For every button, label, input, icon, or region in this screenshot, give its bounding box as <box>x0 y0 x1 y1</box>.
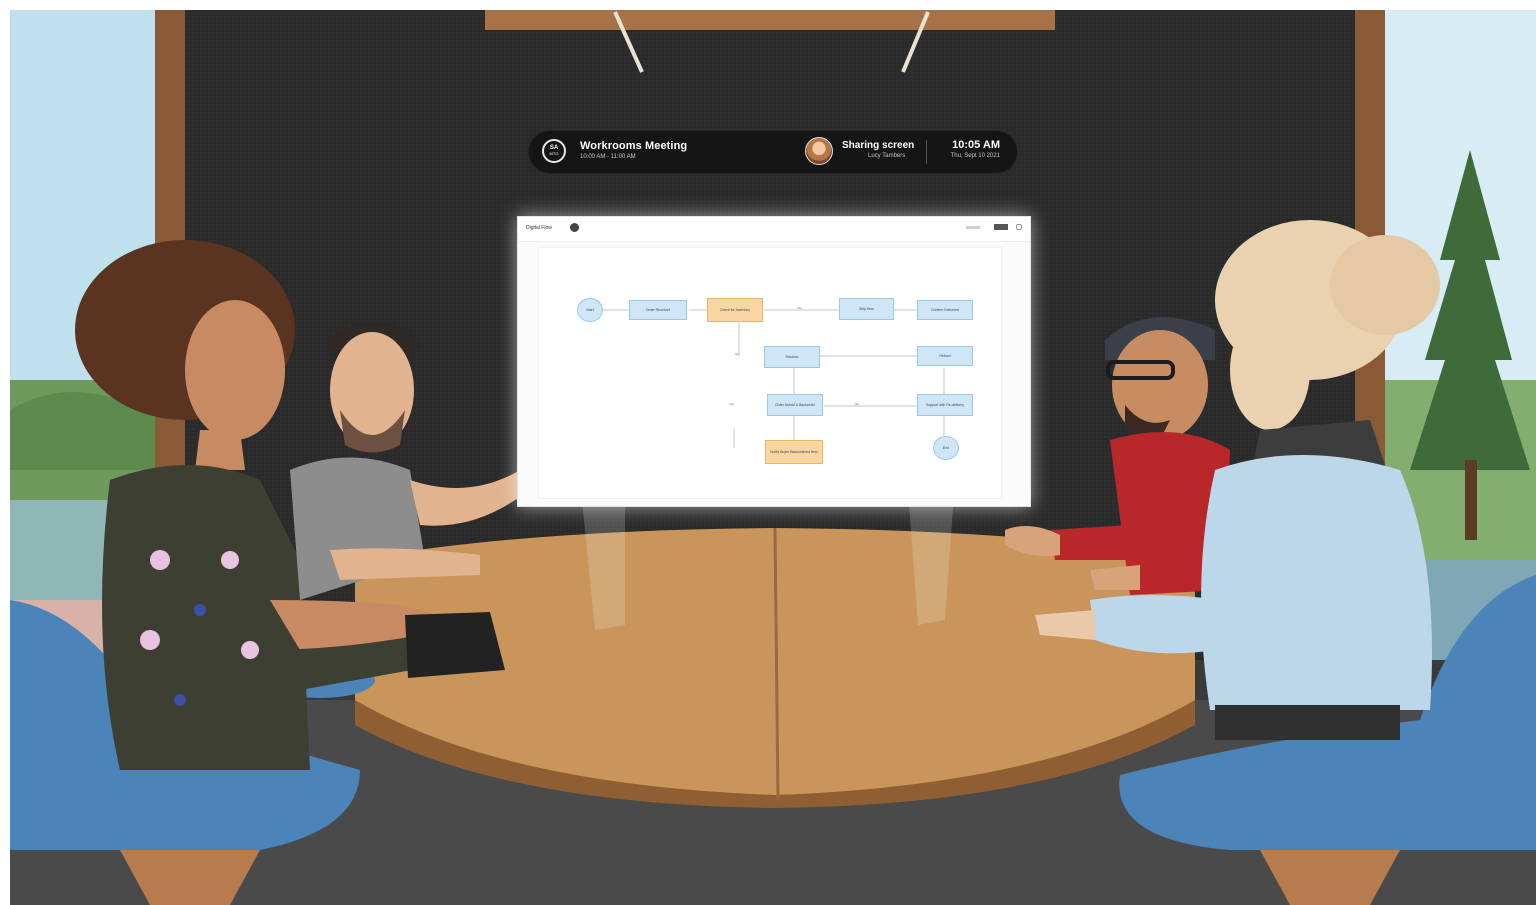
edge-label: No <box>735 352 739 356</box>
flow-node[interactable]: Order Ahead & Backorder <box>767 394 823 416</box>
flow-node-end[interactable]: End <box>933 436 959 460</box>
toolbar-item[interactable] <box>966 226 980 229</box>
bar-divider <box>926 140 927 164</box>
flow-node[interactable]: Confirm Delivered <box>917 300 973 320</box>
app-name: Digital Flow <box>526 225 552 231</box>
keyboard <box>405 612 505 678</box>
flow-node[interactable]: Refund <box>917 346 973 366</box>
sharing-status: Sharing screen <box>842 140 915 151</box>
shared-screen[interactable]: Digital Flow Start Order Received Check … <box>517 216 1031 507</box>
meeting-info-bar: SA MTG Workrooms Meeting 10:00 AM - 11:0… <box>528 130 1018 174</box>
flow-node-start[interactable]: Start <box>577 298 603 322</box>
ceiling-beam <box>485 10 1055 30</box>
flow-node[interactable]: Check for Inventory <box>707 298 763 322</box>
edge-label: Yes <box>729 402 734 406</box>
toolbar-menu-icon[interactable] <box>994 224 1008 230</box>
meeting-title: Workrooms Meeting <box>580 140 688 152</box>
presenter-avatar-icon[interactable] <box>805 137 833 165</box>
toolbar-settings-icon[interactable] <box>1016 224 1022 230</box>
presenter-name: Lucy Tambers <box>868 153 906 159</box>
app-toolbar: Digital Flow <box>518 217 1030 242</box>
date: Thu, Sept 10 2021 <box>950 153 1000 159</box>
app-user-icon <box>570 223 579 232</box>
flowchart-board[interactable]: Start Order Received Check for Inventory… <box>538 247 1002 499</box>
edge-label: Yes <box>854 402 859 406</box>
flow-node[interactable]: Ship Item <box>839 298 894 320</box>
flow-node[interactable]: Restock <box>764 346 820 368</box>
clock: 10:05 AM <box>952 139 1000 151</box>
workrooms-logo-icon: SA MTG <box>542 139 566 163</box>
flow-node[interactable]: Order Received <box>629 300 687 320</box>
edge-label: Yes <box>797 306 802 310</box>
flow-node[interactable]: Support with Re-delivery <box>917 394 973 416</box>
vr-meeting-scene: SA MTG Workrooms Meeting 10:00 AM - 11:0… <box>0 0 1536 905</box>
flow-node[interactable]: Notify Buyer Backordered Item <box>765 440 823 464</box>
meeting-time-range: 10:00 AM - 11:00 AM <box>580 154 636 160</box>
